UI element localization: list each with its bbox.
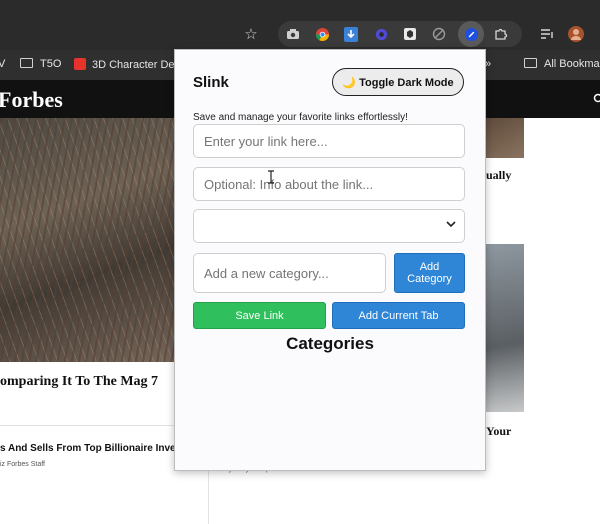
block-icon[interactable] <box>428 23 450 45</box>
article-author: iz Forbes Staff <box>0 461 46 468</box>
download-icon[interactable] <box>340 23 362 45</box>
article-headline[interactable]: s And Sells From Top Billionaire Investo <box>0 443 191 454</box>
categories-heading: Categories <box>286 334 374 353</box>
queue-icon[interactable] <box>536 23 558 45</box>
category-select[interactable] <box>193 209 465 243</box>
bookmark-label: T5O <box>40 58 62 70</box>
bookmark-label: All Bookmar <box>544 58 600 70</box>
article-image[interactable] <box>484 118 524 158</box>
folder-icon <box>524 58 537 68</box>
popup-subtitle: Save and manage your favorite links effo… <box>193 112 408 123</box>
article-headline[interactable]: ually <box>486 168 511 183</box>
settings-gear-icon[interactable] <box>370 23 392 45</box>
camera-icon[interactable] <box>282 23 304 45</box>
box-icon[interactable] <box>399 23 421 45</box>
article-headline[interactable]: Your <box>486 424 511 439</box>
slink-extension-icon[interactable] <box>458 21 484 47</box>
bookmark-label: 3D Character Des <box>92 59 181 71</box>
bookmark-folder-all[interactable]: All Bookmar <box>524 58 600 70</box>
add-current-tab-button[interactable]: Add Current Tab <box>332 302 465 329</box>
cursor-icon <box>267 170 275 187</box>
chrome-icon[interactable] <box>311 23 333 45</box>
bookmark-3d-character[interactable]: 3D Character Des <box>74 58 180 71</box>
toggle-dark-mode-button[interactable]: 🌙 Toggle Dark Mode <box>332 68 464 96</box>
link-input[interactable] <box>193 124 465 158</box>
new-category-input[interactable] <box>193 253 386 293</box>
link-info-input[interactable] <box>193 167 465 201</box>
divider <box>0 425 175 426</box>
profile-avatar-icon[interactable] <box>565 23 587 45</box>
folder-icon <box>20 58 33 68</box>
bookmark-favicon-icon <box>74 58 86 70</box>
site-logo[interactable]: Forbes <box>0 87 63 113</box>
add-category-button[interactable]: Add Category <box>394 253 465 293</box>
search-icon[interactable] <box>588 88 600 110</box>
article-image[interactable] <box>484 244 524 412</box>
star-icon[interactable]: ☆ <box>240 23 262 45</box>
extension-popup: Slink 🌙 Toggle Dark Mode Save and manage… <box>174 49 486 471</box>
chevron-down-icon <box>446 220 456 231</box>
bookmark-folder-t5o[interactable]: T5O <box>20 58 61 70</box>
article-headline[interactable]: omparing It To The Mag 7 <box>0 374 158 390</box>
save-link-button[interactable]: Save Link <box>193 302 326 329</box>
bookmark-item[interactable]: V <box>0 58 5 70</box>
puzzle-icon[interactable] <box>490 23 512 45</box>
popup-title: Slink <box>193 74 229 91</box>
